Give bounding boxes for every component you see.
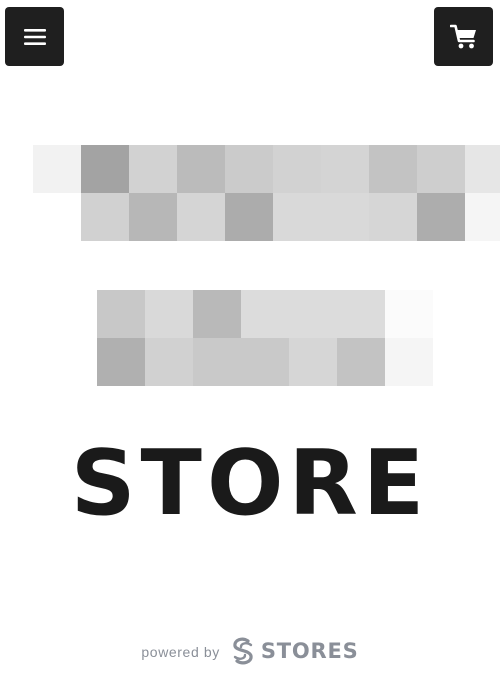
powered-by-footer[interactable]: powered by STORES xyxy=(0,636,500,666)
mosaic-cell xyxy=(177,193,225,241)
mosaic-cell xyxy=(193,290,241,338)
mosaic-cell xyxy=(385,290,433,338)
powered-by-label: powered by xyxy=(141,644,220,660)
mosaic-cell xyxy=(337,338,385,386)
shopping-cart-icon xyxy=(449,24,476,48)
menu-button[interactable] xyxy=(5,7,64,66)
cart-button[interactable] xyxy=(434,7,493,66)
hamburger-menu-icon xyxy=(23,28,46,45)
mosaic-cell xyxy=(417,193,465,241)
mosaic-cell xyxy=(145,338,193,386)
mosaic-cell xyxy=(81,193,129,241)
mosaic-cell xyxy=(465,145,500,193)
mosaic-cell xyxy=(289,290,337,338)
mosaic-cell xyxy=(417,145,465,193)
mosaic-cell xyxy=(289,338,337,386)
mosaic-cell xyxy=(33,193,81,241)
mosaic-cell xyxy=(321,193,369,241)
mosaic-cell xyxy=(273,145,321,193)
stores-logo-icon xyxy=(233,637,253,665)
mosaic-cell xyxy=(385,338,433,386)
mosaic-cell xyxy=(225,145,273,193)
mosaic-cell xyxy=(129,193,177,241)
stores-brand[interactable]: STORES xyxy=(230,636,359,666)
store-title: STORE xyxy=(70,431,430,536)
mosaic-cell xyxy=(241,338,289,386)
mosaic-cell xyxy=(81,145,129,193)
mosaic-cell xyxy=(145,290,193,338)
mosaic-cell xyxy=(369,193,417,241)
mosaic-cell xyxy=(337,290,385,338)
blurred-banner-bottom xyxy=(97,290,433,386)
mosaic-cell xyxy=(193,338,241,386)
mosaic-cell xyxy=(97,290,145,338)
stores-brand-name: STORES xyxy=(260,639,359,663)
mosaic-cell xyxy=(225,193,273,241)
mosaic-cell xyxy=(177,145,225,193)
mosaic-cell xyxy=(321,145,369,193)
mosaic-cell xyxy=(129,145,177,193)
blurred-banner-top xyxy=(33,145,500,241)
mosaic-cell xyxy=(33,145,81,193)
mosaic-cell xyxy=(273,193,321,241)
mosaic-cell xyxy=(241,290,289,338)
mosaic-cell xyxy=(97,338,145,386)
mosaic-cell xyxy=(369,145,417,193)
mosaic-cell xyxy=(465,193,500,241)
